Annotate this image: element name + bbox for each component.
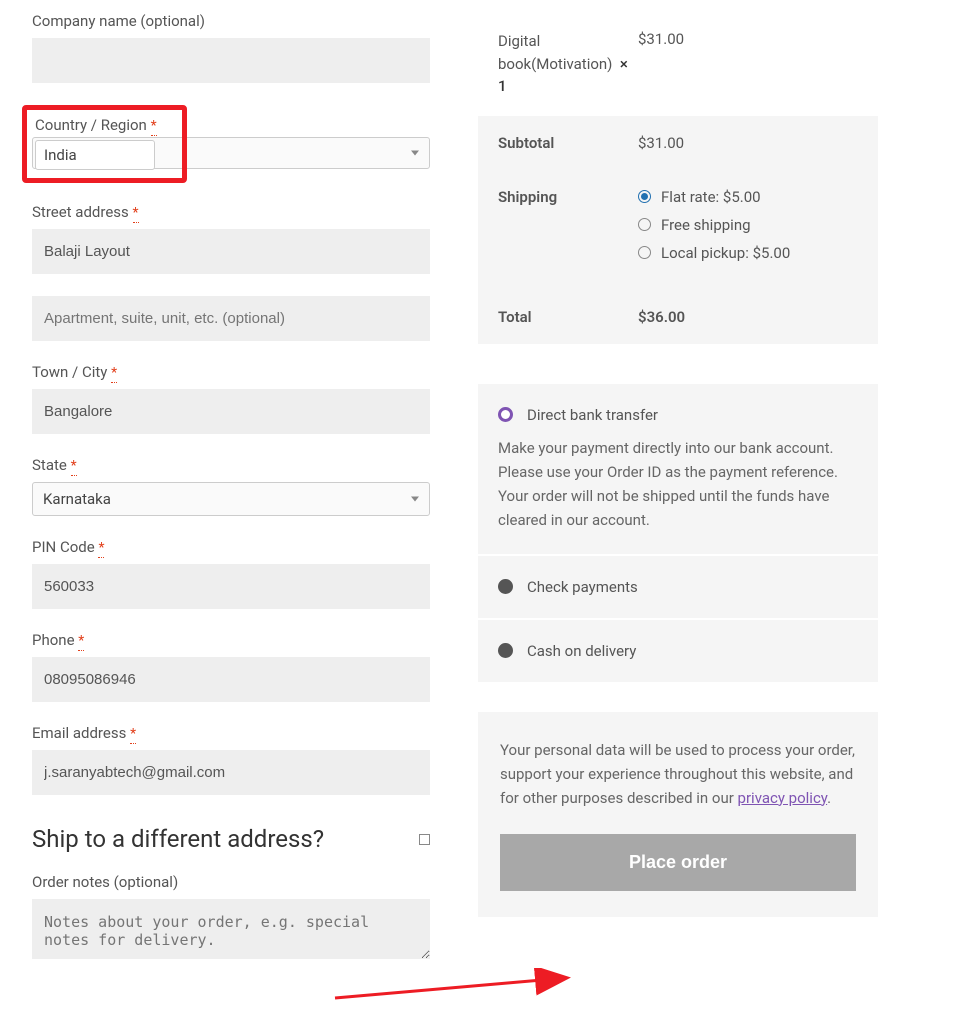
order-product-name: Digital book(Motivation) × 1 [498, 30, 638, 98]
pin-input[interactable] [32, 564, 430, 609]
order-shipping-options: Flat rate: $5.00 Free shipping Local pic… [638, 188, 858, 272]
street-input[interactable] [32, 229, 430, 274]
payment-option-label: Direct bank transfer [527, 406, 658, 424]
required-asterisk: * [130, 726, 136, 744]
order-product-row: Digital book(Motivation) × 1 $31.00 [478, 12, 878, 116]
required-asterisk: * [111, 365, 117, 383]
required-asterisk: * [78, 633, 84, 651]
email-input[interactable] [32, 750, 430, 795]
email-label: Email address * [32, 724, 430, 742]
ship-different-checkbox[interactable] [419, 834, 430, 845]
shipping-option-free[interactable]: Free shipping [638, 216, 858, 234]
street-row: Street address * [32, 203, 430, 274]
shipping-option-flat-rate[interactable]: Flat rate: $5.00 [638, 188, 858, 206]
city-row: Town / City * [32, 363, 430, 434]
street-label: Street address * [32, 203, 430, 221]
required-asterisk: * [98, 540, 104, 558]
state-select[interactable]: Karnataka [32, 482, 430, 516]
state-row: State * Karnataka [32, 456, 430, 516]
radio-icon [638, 190, 651, 203]
order-summary-table: Digital book(Motivation) × 1 $31.00 Subt… [478, 12, 878, 344]
order-total-value: $36.00 [638, 308, 858, 326]
ship-different-heading: Ship to a different address? [32, 825, 430, 853]
payment-option-cod[interactable]: Cash on delivery [478, 620, 878, 682]
company-name-row: Company name (optional) [32, 12, 430, 83]
order-shipping-row: Shipping Flat rate: $5.00 Free shipping … [478, 170, 878, 290]
shipping-option-pickup[interactable]: Local pickup: $5.00 [638, 244, 858, 262]
payment-methods: Direct bank transfer Make your payment d… [478, 384, 878, 682]
required-asterisk: * [71, 458, 77, 476]
payment-option-label: Cash on delivery [527, 642, 636, 660]
order-notes-label: Order notes (optional) [32, 873, 430, 891]
order-subtotal-label: Subtotal [498, 134, 638, 152]
payment-bank-description: Make your payment directly into our bank… [478, 436, 878, 556]
company-name-label: Company name (optional) [32, 12, 430, 30]
payment-option-check[interactable]: Check payments [478, 556, 878, 620]
order-shipping-label: Shipping [498, 188, 638, 272]
street2-input[interactable] [32, 296, 430, 341]
city-input[interactable] [32, 389, 430, 434]
pin-label: PIN Code * [32, 538, 430, 556]
street2-row [32, 296, 430, 341]
privacy-policy-link[interactable]: privacy policy [738, 789, 828, 807]
required-asterisk: * [151, 118, 157, 136]
pin-row: PIN Code * [32, 538, 430, 609]
order-notes-row: Order notes (optional) [32, 873, 430, 963]
order-subtotal-value: $31.00 [638, 134, 858, 152]
radio-icon [638, 218, 651, 231]
phone-row: Phone * [32, 631, 430, 702]
radio-icon [498, 579, 513, 594]
shipping-option-label: Flat rate: $5.00 [661, 188, 761, 206]
country-highlight-box: Country / Region * India [22, 105, 187, 183]
radio-icon [498, 407, 513, 422]
phone-input[interactable] [32, 657, 430, 702]
state-label: State * [32, 456, 430, 474]
payment-option-label: Check payments [527, 578, 638, 596]
payment-option-bank[interactable]: Direct bank transfer [478, 384, 878, 436]
place-order-button[interactable]: Place order [500, 834, 856, 891]
order-product-price: $31.00 [638, 30, 858, 98]
order-total-row: Total $36.00 [478, 290, 878, 344]
country-label: Country / Region * [35, 116, 174, 134]
phone-label: Phone * [32, 631, 430, 649]
country-row: Country / Region * India [32, 105, 430, 183]
required-asterisk: * [133, 205, 139, 223]
order-subtotal-row: Subtotal $31.00 [478, 116, 878, 170]
privacy-text: Your personal data will be used to proce… [500, 738, 856, 810]
shipping-option-label: Local pickup: $5.00 [661, 244, 790, 262]
shipping-option-label: Free shipping [661, 216, 751, 234]
company-name-input[interactable] [32, 38, 430, 83]
radio-icon [498, 643, 513, 658]
radio-icon [638, 246, 651, 259]
order-total-label: Total [498, 308, 638, 326]
city-label: Town / City * [32, 363, 430, 381]
country-select-inner[interactable]: India [35, 140, 155, 170]
order-notes-textarea[interactable] [32, 899, 430, 959]
email-row: Email address * [32, 724, 430, 795]
privacy-and-submit: Your personal data will be used to proce… [478, 712, 878, 917]
